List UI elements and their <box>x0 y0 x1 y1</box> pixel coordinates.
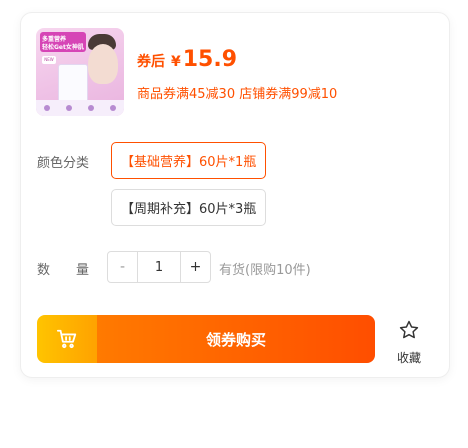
favorite-label: 收藏 <box>396 351 421 365</box>
price-row: 券后 ¥ 15.9 <box>137 47 237 72</box>
feature-icon <box>44 105 50 111</box>
feature-icon <box>110 105 116 111</box>
price-value: 15.9 <box>182 47 238 72</box>
model-face <box>88 44 118 84</box>
add-to-cart-button[interactable] <box>37 315 97 363</box>
thumb-title-line2: 轻松Get女神肌 <box>42 44 84 51</box>
thumb-feature-icons <box>36 100 124 116</box>
price-currency: ¥ <box>171 54 181 70</box>
price-prefix: 券后 <box>137 54 165 70</box>
product-card: 多重营养 轻松Get女神肌 NEW 券后 ¥ 15.9 商品券满45减30 店铺… <box>20 12 450 378</box>
favorite-button[interactable]: 收藏 <box>389 319 429 366</box>
cart-icon <box>56 329 77 349</box>
feature-icon <box>88 105 94 111</box>
product-thumbnail[interactable]: 多重营养 轻松Get女神肌 NEW <box>36 28 124 116</box>
quantity-label: 数 量 <box>37 263 90 278</box>
stock-status: 有货(限购10件) <box>219 263 311 278</box>
increase-button[interactable]: + <box>180 252 210 282</box>
star-icon <box>399 320 419 339</box>
option-basic-nutrition[interactable]: 【基础营养】60片*1瓶 <box>111 142 267 179</box>
thumb-new-badge: NEW <box>42 56 56 64</box>
quantity-stepper: - 1 + <box>107 251 211 283</box>
option-label: 颜色分类 <box>37 156 90 171</box>
coupon-info: 商品券满45减30 店铺券满99减10 <box>137 87 338 102</box>
get-coupon-buy-button[interactable]: 领券购买 <box>97 315 375 363</box>
quantity-input[interactable]: 1 <box>138 252 180 282</box>
feature-icon <box>66 105 72 111</box>
buy-bar: 领券购买 <box>37 315 375 363</box>
option-cycle-supplement[interactable]: 【周期补充】60片*3瓶 <box>111 189 267 226</box>
decrease-button[interactable]: - <box>108 252 138 282</box>
